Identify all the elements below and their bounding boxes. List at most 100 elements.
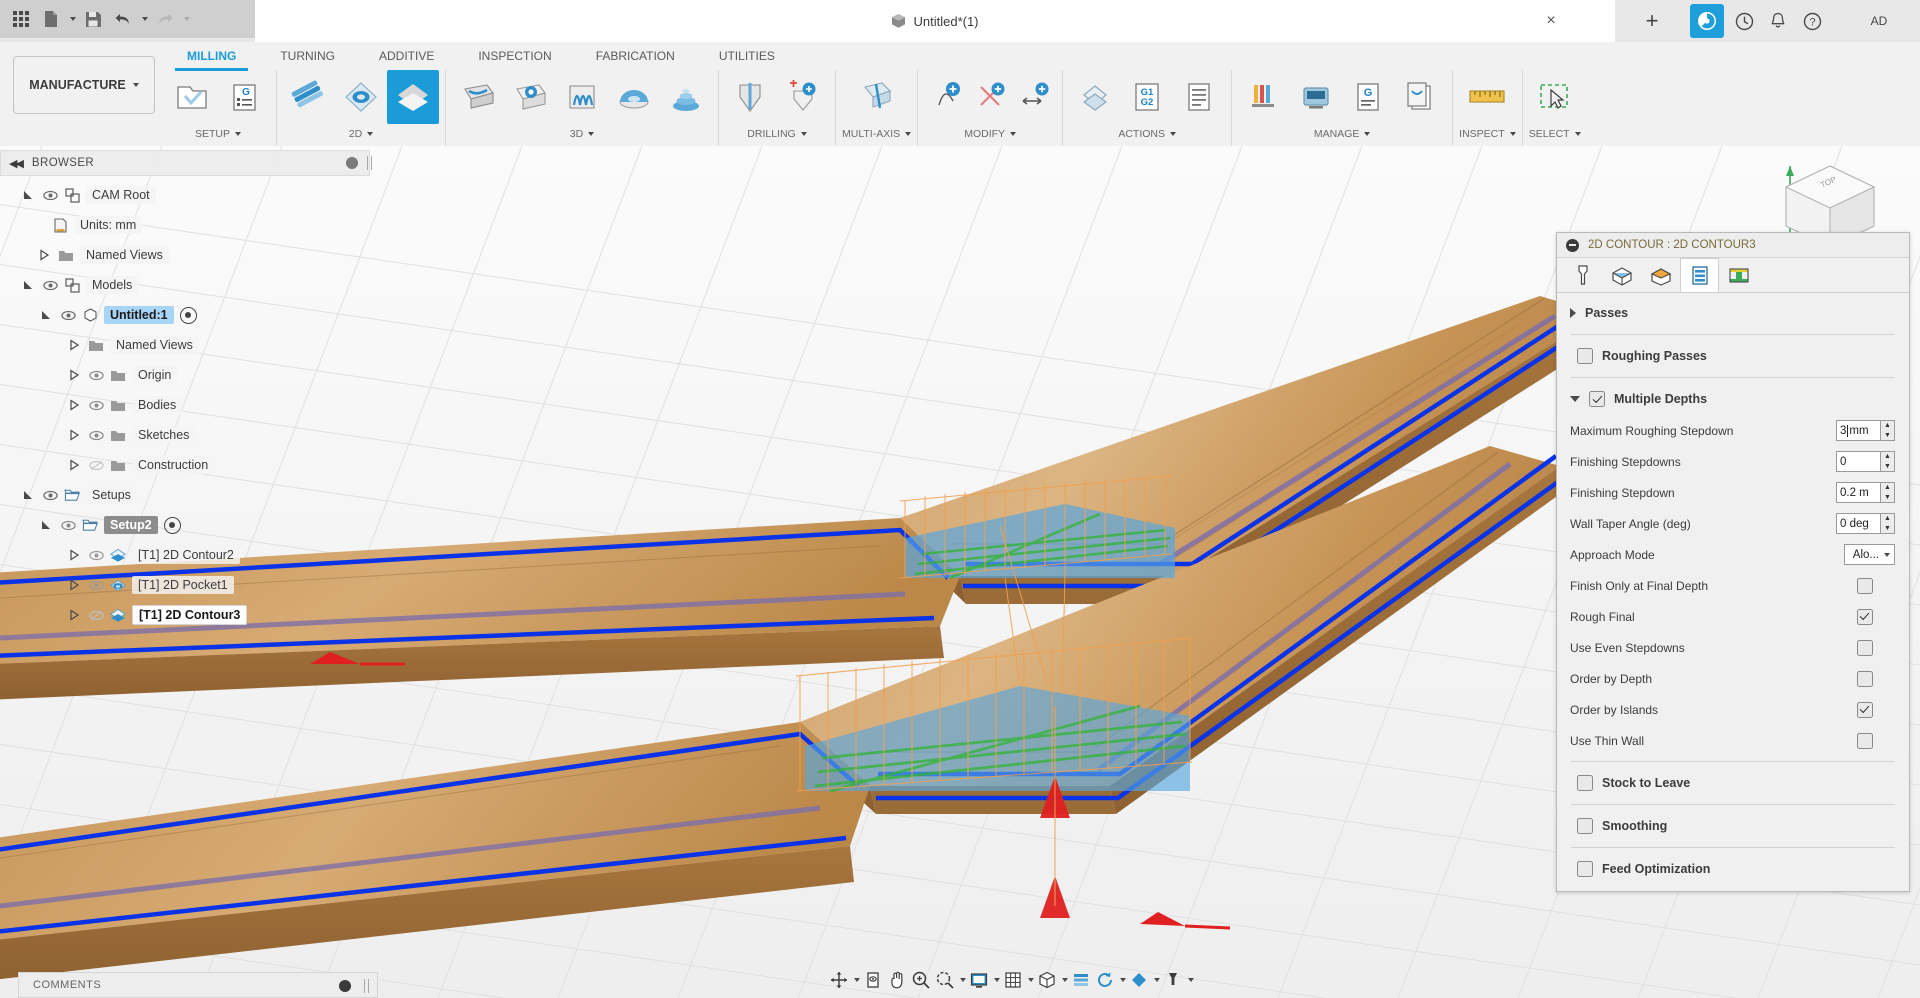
panel-caret-icon[interactable]: [367, 132, 374, 136]
pan-icon[interactable]: [886, 967, 908, 993]
panel-caret-icon[interactable]: [1509, 132, 1516, 136]
visibility-eye-icon[interactable]: [60, 517, 76, 533]
collapse-panel-icon[interactable]: ◀◀: [9, 157, 24, 170]
section-roughing-passes[interactable]: Roughing Passes: [1557, 340, 1909, 372]
scallop-op-icon[interactable]: [608, 70, 660, 124]
expander-closed-icon[interactable]: [66, 607, 82, 623]
recent-activity-icon[interactable]: [1731, 8, 1757, 34]
setup-sheet-icon[interactable]: [1173, 70, 1225, 124]
section-stock-to-leave[interactable]: Stock to Leave: [1557, 767, 1909, 799]
roughing-passes-checkbox[interactable]: [1577, 348, 1593, 364]
panel-caret-icon[interactable]: [1169, 132, 1176, 136]
panel-caret-icon[interactable]: [1364, 132, 1371, 136]
spiral-op-icon[interactable]: [660, 70, 712, 124]
expander-open-icon[interactable]: [20, 187, 36, 203]
setup-new-icon[interactable]: [166, 70, 218, 124]
tree-item-bodies[interactable]: Bodies: [0, 390, 380, 420]
tab-tool[interactable]: [1563, 258, 1602, 292]
undo-icon[interactable]: [110, 6, 136, 32]
finishing-stepdown-input[interactable]: 0.2 m: [1836, 482, 1881, 503]
activate-component-radio[interactable]: [179, 306, 197, 324]
help-icon[interactable]: ?: [1799, 8, 1825, 34]
pocket-2d-op-icon[interactable]: [335, 70, 387, 124]
tree-item-named-views[interactable]: Named Views: [0, 330, 380, 360]
visibility-eye-icon[interactable]: [60, 307, 76, 323]
new-document-caret-icon[interactable]: [70, 17, 76, 21]
appearance-icon[interactable]: [1128, 967, 1150, 993]
stepper-buttons[interactable]: ▲ ▼: [1881, 420, 1895, 441]
tab-geometry[interactable]: [1602, 258, 1641, 292]
visibility-eye-icon[interactable]: [88, 427, 104, 443]
tree-item-2d-contour2[interactable]: [T1] 2D Contour2: [0, 540, 380, 570]
pocket-clearing-icon[interactable]: [504, 70, 556, 124]
orbit-caret-icon[interactable]: [854, 978, 860, 982]
tree-item-models[interactable]: Models: [0, 270, 380, 300]
tab-utilities[interactable]: UTILITIES: [697, 44, 797, 68]
browser-resize-grip[interactable]: [367, 156, 372, 170]
viewports-icon[interactable]: [1036, 967, 1058, 993]
adaptive-clearing-icon[interactable]: [452, 70, 504, 124]
tree-item-units[interactable]: Units: mm: [0, 210, 380, 240]
tree-item-setup2[interactable]: Setup2: [0, 510, 380, 540]
collapse-dialog-icon[interactable]: [1566, 238, 1579, 252]
tab-additive[interactable]: ADDITIVE: [357, 44, 456, 68]
redo-icon[interactable]: [152, 6, 178, 32]
expander-open-icon[interactable]: [20, 487, 36, 503]
simulate-icon[interactable]: [1069, 70, 1121, 124]
multiple-depths-checkbox[interactable]: [1589, 391, 1605, 407]
nc-programs-icon[interactable]: [1394, 70, 1446, 124]
approach-mode-dropdown[interactable]: Alo...: [1844, 544, 1895, 565]
tab-fabrication[interactable]: FABRICATION: [574, 44, 697, 68]
grid-caret-icon[interactable]: [1028, 978, 1034, 982]
tab-turning[interactable]: TURNING: [258, 44, 357, 68]
manage-tools-icon[interactable]: [1238, 70, 1290, 124]
tab-heights[interactable]: [1641, 258, 1680, 292]
expander-closed-icon[interactable]: [66, 457, 82, 473]
finishing-stepdowns-input[interactable]: 0: [1836, 451, 1881, 472]
simplify-icon[interactable]: [968, 70, 1012, 124]
visibility-eye-icon[interactable]: [88, 367, 104, 383]
refresh-icon[interactable]: [1094, 967, 1116, 993]
comments-bar[interactable]: COMMENTS: [18, 972, 378, 998]
section-feed-optimization[interactable]: Feed Optimization: [1557, 853, 1909, 885]
grid-snap-icon[interactable]: [1002, 967, 1024, 993]
tab-inspection[interactable]: INSPECTION: [456, 44, 573, 68]
section-multiple-depths[interactable]: Multiple Depths: [1557, 383, 1909, 415]
undo-caret-icon[interactable]: [142, 17, 148, 21]
new-tab-button[interactable]: +: [1637, 6, 1667, 36]
display-caret-icon[interactable]: [994, 978, 1000, 982]
panel-caret-icon[interactable]: [905, 132, 912, 136]
visibility-eye-icon[interactable]: [42, 487, 58, 503]
visibility-eye-off-icon[interactable]: [88, 457, 104, 473]
expander-closed-icon[interactable]: [66, 577, 82, 593]
orbit-icon[interactable]: [828, 967, 850, 993]
align-icon[interactable]: [1012, 70, 1056, 124]
stock-to-leave-checkbox[interactable]: [1577, 775, 1593, 791]
look-at-icon[interactable]: [862, 967, 884, 993]
stepper-buttons[interactable]: ▲ ▼: [1881, 482, 1895, 503]
expander-closed-icon[interactable]: [36, 247, 52, 263]
tree-item-named-views-root[interactable]: Named Views: [0, 240, 380, 270]
layout-icon[interactable]: [1070, 967, 1092, 993]
expander-closed-icon[interactable]: [66, 427, 82, 443]
tool-library-icon[interactable]: [924, 70, 968, 124]
section-passes[interactable]: Passes: [1557, 297, 1909, 329]
user-account-button[interactable]: AD: [1862, 8, 1896, 34]
expander-closed-icon[interactable]: [66, 337, 82, 353]
tree-item-construction[interactable]: Construction: [0, 450, 380, 480]
visibility-eye-icon[interactable]: [42, 187, 58, 203]
zoom-window-icon[interactable]: [934, 967, 956, 993]
redo-caret-icon[interactable]: [184, 17, 190, 21]
generate-gcode-icon[interactable]: G: [1342, 70, 1394, 124]
expander-open-icon[interactable]: [38, 517, 54, 533]
order-by-depth-checkbox[interactable]: [1856, 670, 1873, 687]
stepper-buttons[interactable]: ▲ ▼: [1881, 451, 1895, 472]
post-process-icon[interactable]: G: [218, 70, 270, 124]
tree-item-untitled-component[interactable]: Untitled:1: [0, 300, 380, 330]
zoom-icon[interactable]: [910, 967, 932, 993]
use-even-stepdowns-checkbox[interactable]: [1856, 639, 1873, 656]
parallel-op-icon[interactable]: [556, 70, 608, 124]
measure-icon[interactable]: [1461, 70, 1513, 124]
maximum-roughing-stepdown-input[interactable]: 3 mm: [1836, 420, 1881, 441]
fusion-team-icon[interactable]: [1690, 4, 1724, 38]
